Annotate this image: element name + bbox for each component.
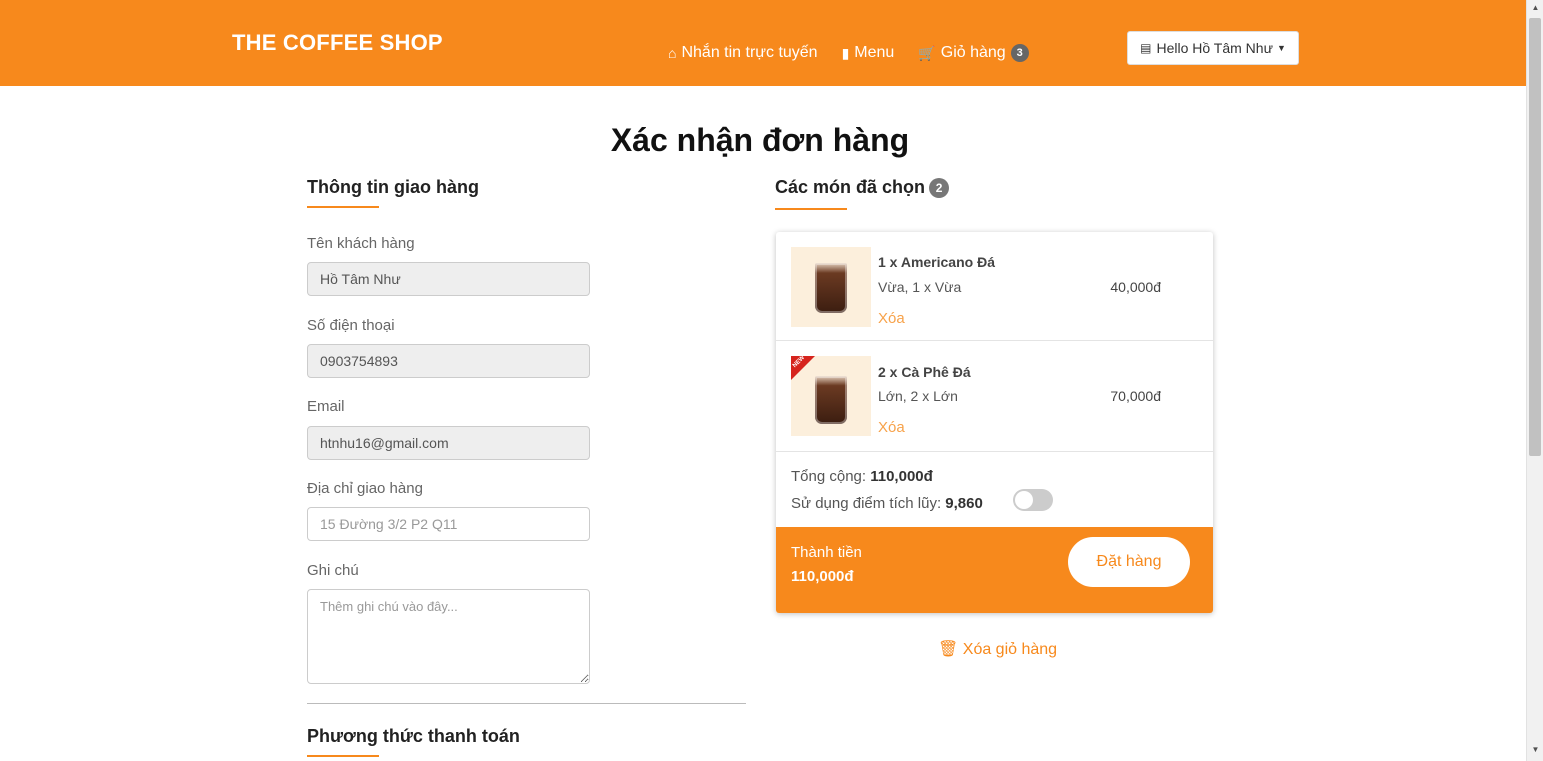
address-input[interactable] (307, 507, 590, 541)
nav-chat-link[interactable]: ⌂ Nhắn tin trực tuyến (668, 44, 818, 62)
remove-item-link[interactable]: Xóa (878, 310, 905, 327)
order-items-title-text: Các món đã chọn (775, 177, 926, 197)
scroll-up-icon[interactable]: ▲ (1527, 3, 1543, 12)
subtotal-label: Tổng cộng: (791, 468, 867, 485)
cart-item: 1 x Americano Đá Vừa, 1 x Vừa 40,000đ Xó… (776, 232, 1213, 341)
order-title-underline (775, 208, 847, 210)
caret-down-icon: ▼ (1276, 43, 1286, 53)
email-label: Email (307, 398, 345, 415)
item-options: Lớn, 2 x Lớn (878, 388, 958, 404)
item-name: 2 x Cà Phê Đá (878, 364, 971, 380)
item-options: Vừa, 1 x Vừa (878, 279, 962, 295)
item-price: 40,000đ (1110, 279, 1161, 295)
total-bar: Thành tiền 110,000đ Đặt hàng (776, 527, 1213, 613)
email-field[interactable] (307, 426, 590, 460)
use-points-toggle[interactable] (1013, 489, 1053, 511)
section-divider (307, 703, 746, 704)
toggle-knob (1015, 491, 1033, 509)
address-label: Địa chỉ giao hàng (307, 480, 423, 497)
nav-menu-link[interactable]: ▮ Menu (842, 44, 895, 62)
book-icon: ▮ (841, 44, 850, 61)
cart-icon: 🛒 (918, 44, 936, 61)
item-price: 70,000đ (1110, 388, 1161, 404)
ca-phe-da-image: NEW (791, 355, 871, 436)
order-items-count-badge: 2 (929, 178, 950, 199)
user-menu-button[interactable]: ▤ Hello Hồ Tâm Như ▼ (1127, 31, 1299, 65)
note-label: Ghi chú (307, 562, 359, 579)
item-name: 1 x Americano Đá (878, 254, 995, 270)
points-value: 9,860 (945, 495, 983, 512)
customer-name-field[interactable] (307, 262, 590, 296)
iced-coffee-cup-icon (815, 263, 847, 313)
subtotal-row: Tổng cộng: 110,000đ (791, 468, 933, 485)
id-card-icon: ▤ (1140, 41, 1152, 55)
payment-title: Phương thức thanh toán (307, 726, 520, 746)
order-items-title: Các món đã chọn 2 (775, 177, 950, 199)
home-icon: ⌂ (668, 45, 677, 61)
cart-count-badge: 3 (1010, 44, 1029, 62)
nav-links: ⌂ Nhắn tin trực tuyến ▮ Menu 🛒 Giỏ hàng … (668, 44, 1053, 62)
shipping-title: Thông tin giao hàng (307, 177, 479, 197)
nav-cart-link[interactable]: 🛒 Giỏ hàng 3 (918, 44, 1029, 62)
page-scrollbar[interactable]: ▲ ▼ (1526, 0, 1543, 761)
clear-cart-link[interactable]: 🗑 Xóa giỏ hàng (938, 639, 1057, 659)
points-label: Sử dụng điểm tích lũy: (791, 495, 942, 512)
note-textarea[interactable] (307, 589, 590, 684)
scroll-down-icon[interactable]: ▼ (1527, 745, 1543, 754)
nav-menu-label: Menu (854, 44, 895, 61)
payment-title-underline (307, 755, 379, 757)
subtotal-value: 110,000đ (870, 468, 933, 485)
user-menu-label: Hello Hồ Tâm Như (1156, 40, 1273, 56)
order-card: 1 x Americano Đá Vừa, 1 x Vừa 40,000đ Xó… (776, 232, 1213, 613)
total-label: Thành tiền (791, 544, 862, 561)
phone-field[interactable] (307, 344, 590, 378)
customer-name-label: Tên khách hàng (307, 235, 415, 252)
total-value: 110,000đ (791, 568, 854, 585)
page-title: Xác nhận đơn hàng (610, 122, 910, 158)
nav-chat-label: Nhắn tin trực tuyến (681, 44, 818, 61)
points-row: Sử dụng điểm tích lũy: 9,860 (791, 495, 983, 512)
trash-icon: 🗑 (938, 641, 959, 658)
remove-item-link[interactable]: Xóa (878, 419, 905, 436)
brand-logo[interactable]: THE COFFEE SHOP (232, 30, 443, 56)
cart-item: NEW 2 x Cà Phê Đá Lớn, 2 x Lớn 70,000đ X… (776, 341, 1213, 452)
clear-cart-label: Xóa giỏ hàng (962, 641, 1058, 658)
shipping-title-underline (307, 206, 379, 208)
phone-label: Số điện thoại (307, 317, 395, 334)
nav-cart-label: Giỏ hàng (940, 44, 1006, 61)
place-order-button[interactable]: Đặt hàng (1068, 537, 1190, 587)
iced-coffee-cup-icon (815, 376, 847, 424)
scroll-thumb[interactable] (1529, 18, 1541, 456)
top-navbar: THE COFFEE SHOP ⌂ Nhắn tin trực tuyến ▮ … (0, 0, 1526, 86)
americano-image (791, 247, 871, 327)
